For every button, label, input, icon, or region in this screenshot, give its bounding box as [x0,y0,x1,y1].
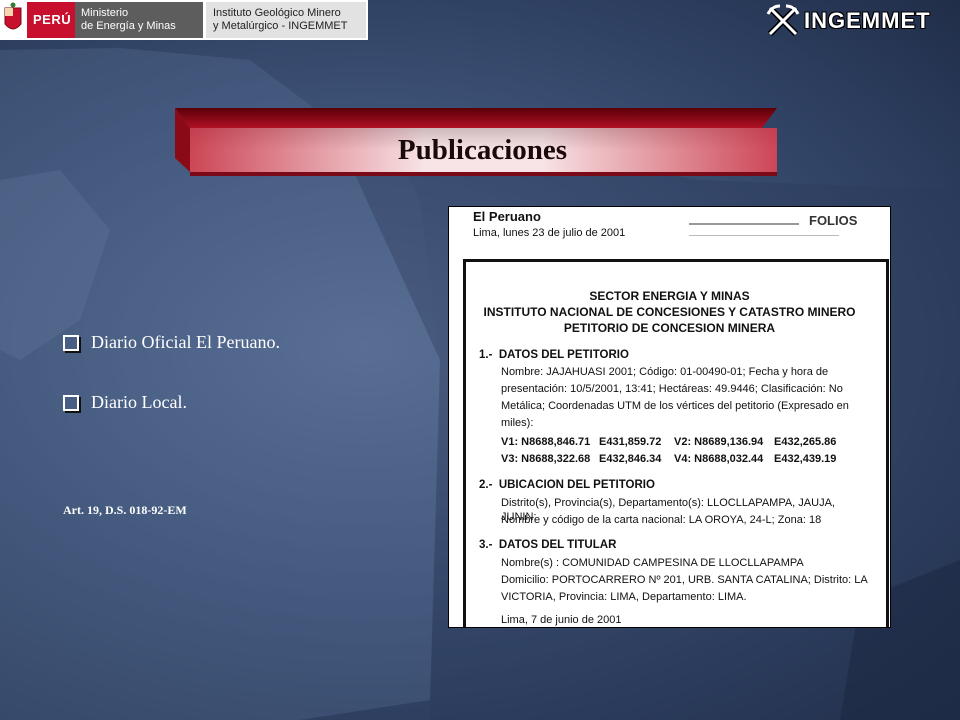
country-label: PERÚ [33,12,72,27]
checkbox-bullet-icon [63,394,79,411]
section-2-line: Nombre y código de la carta nacional: LA… [501,514,822,526]
heading-petitorio: PETITORIO DE CONCESION MINERA [563,321,776,335]
legal-reference: Art. 19, D.S. 018-92-EM [63,503,187,517]
institute-line-1: Instituto Geológico Minero [213,7,341,19]
ministry-line-1: Ministerio [81,7,129,19]
section-3-heading: 3.- DATOS DEL TITULAR [479,539,617,551]
vertex-v3: V3: N8688,322.68 [501,453,591,465]
bullet-text: Diario Oficial El Peruano. [91,332,280,352]
section-1-line: presentación: 10/5/2001, 13:41; Hectárea… [501,383,843,395]
brand-name: INGEMMET [804,8,931,33]
vertex-v4: V4: N8688,032.44 [674,453,764,465]
vertex-v3-e: E432,846.34 [599,453,662,465]
peru-brand: PERÚ [27,2,75,38]
newspaper-clipping: El Peruano Lima, lunes 23 de julio de 20… [448,206,891,628]
slide-title: Publicaciones [397,134,568,166]
folio-stamp: FOLIOS [689,213,879,253]
section-1-heading: 1.- DATOS DEL PETITORIO [479,349,629,361]
heading-institute: INSTITUTO NACIONAL DE CONCESIONES Y CATA… [483,305,856,319]
section-2-heading: 2.- UBICACION DEL PETITORIO [479,479,655,491]
section-1-line: Metálica; Coordenadas UTM de los vértice… [501,400,849,412]
stamp-label: FOLIOS [809,213,858,228]
vertex-v2-e: E432,265.86 [774,436,837,448]
section-3-line: VICTORIA, Provincia: LIMA, Departamento:… [501,591,747,603]
institute-line-2: y Metalúrgico - INGEMMET [213,20,348,32]
section-3-line: Domicilio: PORTOCARRERO Nº 201, URB. SAN… [501,574,868,586]
institute-brand: Instituto Geológico Minero y Metalúrgico… [206,2,366,38]
section-1-line: Nombre: JAJAHUASI 2001; Código: 01-00490… [501,366,829,378]
vertex-v1-e: E431,859.72 [599,436,662,448]
vertex-v4-e: E432,439.19 [774,453,837,465]
checkbox-bullet-icon [63,334,79,351]
bullet-item-peruano: Diario Oficial El Peruano. [63,332,280,353]
logo-bar: PERÚ Ministerio de Energía y Minas Insti… [0,0,368,40]
ministry-line-2: de Energía y Minas [81,20,176,32]
section-1-line: miles): [501,417,534,429]
bullet-item-local: Diario Local. [63,392,187,413]
pickaxe-icon [766,4,800,37]
ministry-brand: Ministerio de Energía y Minas [75,2,203,38]
vertex-v2: V2: N8689,136.94 [674,436,764,448]
newspaper-date: Lima, lunes 23 de julio de 2001 [473,227,626,239]
coat-of-arms-icon [4,2,22,30]
ingemmet-logo: INGEMMET [762,2,947,42]
newspaper-name: El Peruano [473,209,541,224]
clipping-footer: Lima, 7 de junio de 2001 [501,614,622,626]
heading-sector: SECTOR ENERGIA Y MINAS [589,289,750,303]
section-3-line: Nombre(s) : COMUNIDAD CAMPESINA DE LLOCL… [501,557,804,569]
slide: PERÚ Ministerio de Energía y Minas Insti… [0,0,960,720]
bullet-text: Diario Local. [91,392,187,412]
vertex-v1: V1: N8688,846.71 [501,436,591,448]
